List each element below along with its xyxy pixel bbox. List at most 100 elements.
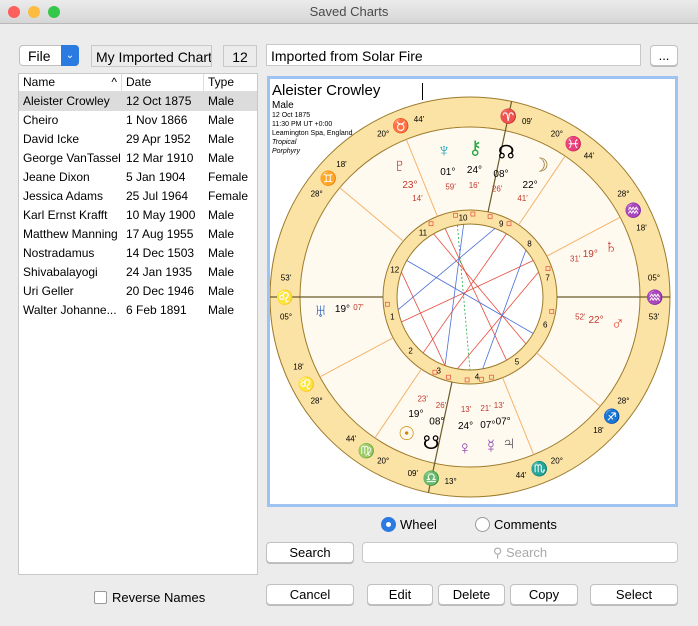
chart-wheel-view[interactable]: Aleister Crowley Male 12 Oct 1875 11:30 …: [267, 76, 678, 507]
planet-5-icon: ♄: [604, 237, 618, 258]
delete-button[interactable]: Delete: [438, 584, 505, 605]
chart-list[interactable]: Name ^ Date Type Aleister Crowley 12 Oct 1…: [18, 73, 258, 575]
cusp-minute: 44': [346, 435, 357, 444]
cusp-sign-icon: ♍: [358, 442, 375, 459]
cell-date: 1 Nov 1866: [126, 113, 188, 127]
cell-name: Karl Ernst Krafft: [23, 208, 108, 222]
cell-date: 5 Jan 1904: [126, 170, 186, 184]
table-row[interactable]: Shivabalayogi 24 Jan 1935 Male: [19, 263, 257, 282]
file-select-label: File: [28, 48, 51, 64]
cusp-minute: 18': [336, 160, 347, 169]
wheel-radio[interactable]: [381, 517, 396, 532]
house-number: 4: [475, 373, 480, 382]
planet-1-icon: ♆: [437, 140, 451, 161]
planet-degree: 19°: [335, 304, 350, 315]
minimize-button[interactable]: [28, 6, 40, 18]
planet-minute: 23': [417, 395, 428, 404]
table-row[interactable]: Aleister Crowley 12 Oct 1875 Male: [19, 92, 257, 111]
file-select[interactable]: File ⌄: [19, 45, 79, 66]
wheel-radio-label: Wheel: [400, 517, 437, 532]
cusp-minute: 44': [516, 471, 527, 480]
planet-minute: 26': [436, 401, 447, 410]
cell-type: Male: [208, 132, 235, 146]
cusp-degree: 20°: [377, 130, 389, 139]
table-row[interactable]: Jessica Adams 25 Jul 1964 Female: [19, 187, 257, 206]
cusp-sign-icon: ♐: [603, 408, 620, 425]
cell-name: Nostradamus: [23, 246, 95, 260]
house-number: 11: [419, 228, 428, 237]
more-button[interactable]: ...: [650, 45, 678, 66]
house-number: 5: [515, 358, 520, 367]
search-input[interactable]: ⚲ Search: [362, 542, 678, 563]
cusp-degree: 20°: [551, 130, 563, 139]
planet-minute: 07': [353, 303, 364, 312]
cancel-button[interactable]: Cancel: [266, 584, 354, 605]
cell-name: Jessica Adams: [23, 189, 104, 203]
cusp-degree: 05°: [648, 274, 660, 283]
table-row[interactable]: Jeane Dixon 5 Jan 1904 Female: [19, 168, 257, 187]
cusp-sign-icon: ♊: [320, 170, 337, 187]
cell-date: 17 Aug 1955: [126, 227, 194, 241]
select-button[interactable]: Select: [590, 584, 678, 605]
table-row[interactable]: Walter Johanne... 6 Feb 1891 Male: [19, 301, 257, 320]
cusp-minute: 18': [593, 426, 604, 435]
table-row[interactable]: Uri Geller 20 Dec 1946 Male: [19, 282, 257, 301]
cusp-minute: 18': [636, 224, 647, 233]
cusp-sign-icon: ♒: [646, 289, 663, 306]
cusp-degree: 05°: [280, 312, 292, 321]
planet-minute: 13': [461, 405, 472, 414]
cusp-degree: 28°: [311, 396, 323, 405]
cusp-sign-icon: ♌: [298, 376, 315, 393]
comments-radio-label: Comments: [494, 517, 557, 532]
table-row[interactable]: David Icke 29 Apr 1952 Male: [19, 130, 257, 149]
cell-date: 12 Mar 1910: [126, 151, 194, 165]
column-type[interactable]: Type: [204, 74, 257, 91]
cell-name: David Icke: [23, 132, 80, 146]
chevron-down-icon: ⌄: [61, 45, 79, 66]
column-name[interactable]: Name ^: [19, 74, 122, 91]
table-row[interactable]: George VanTassel 12 Mar 1910 Male: [19, 149, 257, 168]
copy-button[interactable]: Copy: [510, 584, 578, 605]
cell-type: Male: [208, 303, 235, 317]
cell-type: Male: [208, 246, 235, 260]
cell-name: George VanTassel: [23, 151, 121, 165]
planet-8-icon: ☉: [398, 424, 415, 445]
cell-name: Uri Geller: [23, 284, 74, 298]
planet-degree: 24°: [467, 165, 482, 176]
cusp-sign-icon: ♏: [531, 461, 548, 478]
planet-degree: 08°: [429, 417, 444, 428]
table-row[interactable]: Cheiro 1 Nov 1866 Male: [19, 111, 257, 130]
cusp-sign-icon: ♉: [392, 117, 409, 134]
search-button[interactable]: Search: [266, 542, 354, 563]
cell-name: Walter Johanne...: [23, 303, 117, 317]
collection-name-field[interactable]: My Imported Charts: [91, 45, 212, 67]
planet-4-icon: ☽: [532, 156, 549, 177]
cell-date: 14 Dec 1503: [126, 246, 195, 260]
cell-name: Jeane Dixon: [23, 170, 90, 184]
cusp-minute: 53': [281, 274, 292, 283]
planet-degree: 24°: [458, 421, 473, 432]
reverse-names-checkbox[interactable]: [94, 591, 107, 604]
column-date[interactable]: Date: [122, 74, 204, 91]
cusp-minute: 18': [293, 362, 304, 371]
edit-button[interactable]: Edit: [367, 584, 433, 605]
cusp-minute: 44': [584, 151, 595, 160]
cusp-sign-icon: ♈: [500, 108, 517, 125]
cell-name: Aleister Crowley: [23, 94, 110, 108]
comments-radio[interactable]: [475, 517, 490, 532]
cell-date: 10 May 1900: [126, 208, 196, 222]
search-icon: ⚲: [492, 545, 503, 560]
table-row[interactable]: Karl Ernst Krafft 10 May 1900 Male: [19, 206, 257, 225]
sort-ascending-icon: ^: [111, 75, 117, 89]
cell-type: Female: [208, 189, 249, 203]
table-row[interactable]: Nostradamus 14 Dec 1503 Male: [19, 244, 257, 263]
zoom-button[interactable]: [48, 6, 60, 18]
house-number: 12: [390, 266, 399, 275]
cusp-minute: 53': [649, 312, 660, 321]
planet-degree: 22°: [523, 180, 538, 191]
cell-type: Male: [208, 94, 235, 108]
close-button[interactable]: [8, 6, 20, 18]
cell-date: 25 Jul 1964: [126, 189, 189, 203]
description-field[interactable]: Imported from Solar Fire: [266, 44, 641, 66]
table-row[interactable]: Matthew Manning 17 Aug 1955 Male: [19, 225, 257, 244]
